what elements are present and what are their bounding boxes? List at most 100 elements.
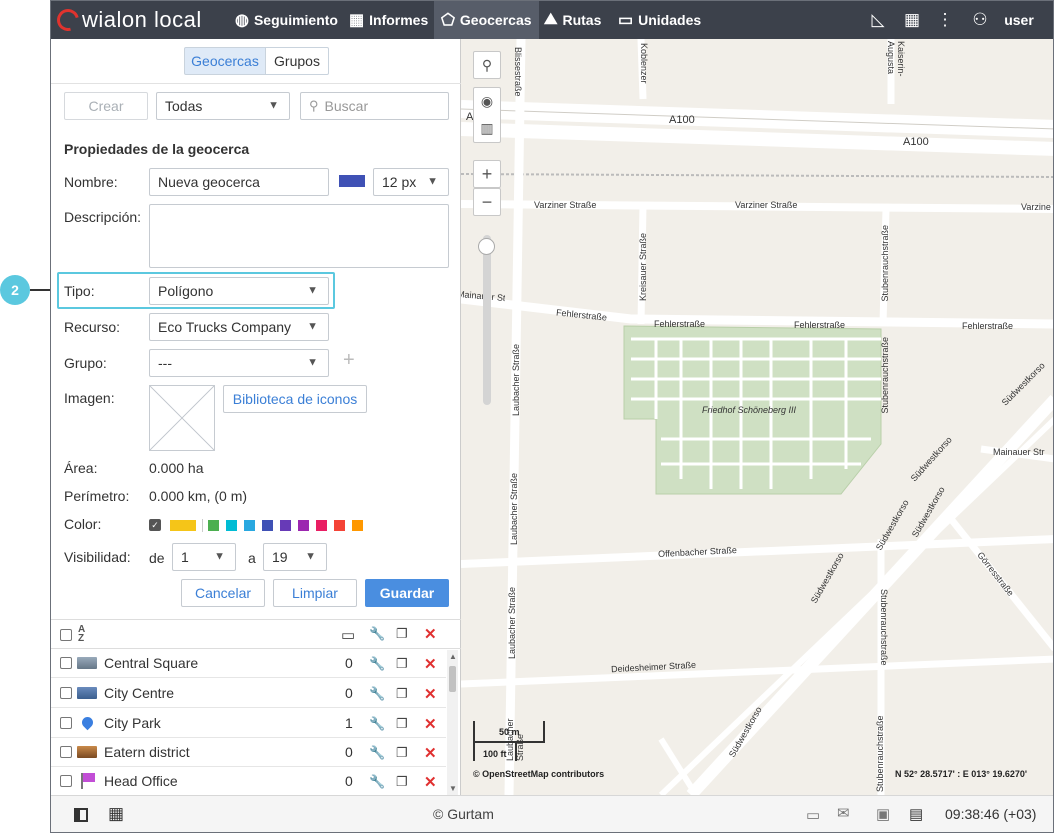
color-swatch[interactable] bbox=[244, 520, 255, 531]
street-label: Varziner Straße bbox=[534, 200, 597, 210]
messages-icon[interactable]: ▭ bbox=[806, 806, 820, 824]
zoom-in-button[interactable]: + bbox=[473, 160, 501, 188]
list-item[interactable]: City Park 1 🔧 ❐ ✕ bbox=[51, 709, 446, 738]
type-select[interactable]: Polígono ▼ bbox=[149, 277, 329, 305]
globe-icon: ◍ bbox=[235, 12, 249, 29]
delete-icon[interactable]: ✕ bbox=[424, 744, 437, 762]
visibility-label: Visibilidad: bbox=[64, 549, 131, 565]
search-input[interactable]: ⚲ Buscar bbox=[300, 92, 449, 120]
description-textarea[interactable] bbox=[149, 204, 449, 268]
color-swatch[interactable] bbox=[298, 520, 309, 531]
delete-icon[interactable]: ✕ bbox=[424, 655, 437, 673]
edit-icon[interactable]: 🔧 bbox=[369, 686, 385, 702]
visibility-to-select[interactable]: 19 ▼ bbox=[263, 543, 327, 571]
copy-icon[interactable]: ❐ bbox=[396, 774, 408, 790]
name-field[interactable]: Nueva geocerca bbox=[149, 168, 329, 196]
scroll-down-icon[interactable]: ▼ bbox=[449, 784, 457, 793]
more-menu-icon[interactable]: ⋮ bbox=[935, 1, 955, 39]
row-checkbox[interactable] bbox=[60, 657, 72, 669]
color-swatch[interactable] bbox=[280, 520, 291, 531]
create-button[interactable]: Crear bbox=[64, 92, 148, 120]
nav-label: Informes bbox=[369, 12, 429, 28]
ruler-icon[interactable]: ◺ bbox=[865, 1, 891, 39]
row-checkbox[interactable] bbox=[60, 746, 72, 758]
row-checkbox[interactable] bbox=[60, 687, 72, 699]
row-name: Central Square bbox=[104, 655, 199, 671]
search-placeholder: Buscar bbox=[324, 98, 369, 114]
logo-ring-icon bbox=[52, 4, 84, 36]
row-checkbox[interactable] bbox=[60, 775, 72, 787]
nav-informes[interactable]: ▦ Informes bbox=[342, 1, 435, 39]
color-swatch[interactable] bbox=[262, 520, 273, 531]
list-item[interactable]: City Centre 0 🔧 ❐ ✕ bbox=[51, 679, 446, 708]
panel-toggle-icon[interactable] bbox=[74, 808, 88, 822]
image-placeholder[interactable] bbox=[149, 385, 215, 451]
icon-library-button[interactable]: Biblioteca de iconos bbox=[223, 385, 367, 413]
list-item[interactable]: Eatern district 0 🔧 ❐ ✕ bbox=[51, 738, 446, 767]
color-label: Color: bbox=[64, 516, 102, 532]
map-view[interactable]: Blissestraße Koblenzer Kaiserin-Augusta … bbox=[461, 39, 1053, 795]
sort-az-icon[interactable]: AZ bbox=[78, 625, 85, 644]
resource-select[interactable]: Eco Trucks Company ▼ bbox=[149, 313, 329, 341]
cancel-button[interactable]: Cancelar bbox=[181, 579, 265, 607]
delete-icon[interactable]: ✕ bbox=[424, 685, 437, 703]
scale-feet: 100 ft bbox=[483, 749, 507, 759]
tab-geocercas[interactable]: Geocercas bbox=[184, 47, 266, 75]
edit-icon[interactable]: 🔧 bbox=[369, 716, 385, 732]
save-button[interactable]: Guardar bbox=[365, 579, 449, 607]
color-swatch[interactable] bbox=[352, 520, 363, 531]
color-checkbox[interactable]: ✓ bbox=[149, 519, 161, 531]
user-icon[interactable]: ⚇ bbox=[969, 1, 991, 39]
clear-button[interactable]: Limpiar bbox=[273, 579, 357, 607]
delete-icon[interactable]: ✕ bbox=[424, 715, 437, 733]
nav-unidades[interactable]: ▭ Unidades bbox=[611, 1, 708, 39]
visibility-from-select[interactable]: 1 ▼ bbox=[172, 543, 236, 571]
zoom-slider-track[interactable] bbox=[483, 235, 491, 405]
copy-icon[interactable]: ❐ bbox=[396, 686, 408, 702]
group-select[interactable]: --- ▼ bbox=[149, 349, 329, 377]
gallery-icon[interactable]: ▣ bbox=[876, 805, 890, 823]
copy-icon[interactable]: ❐ bbox=[396, 656, 408, 672]
copy-icon[interactable]: ❐ bbox=[396, 716, 408, 732]
unit-column-icon[interactable]: ▭ bbox=[341, 626, 355, 644]
row-checkbox[interactable] bbox=[60, 717, 72, 729]
zoom-slider-handle[interactable] bbox=[478, 238, 495, 255]
tab-grupos[interactable]: Grupos bbox=[265, 47, 329, 75]
color-swatch[interactable] bbox=[226, 520, 237, 531]
edit-icon[interactable]: 🔧 bbox=[369, 745, 385, 761]
street-label: Stubenrauchstraße bbox=[875, 716, 885, 792]
street-label: Mainauer Str bbox=[993, 447, 1045, 457]
map-search-icon[interactable]: ⚲ bbox=[473, 51, 501, 79]
group-label: Grupo: bbox=[64, 355, 107, 371]
scrollbar-thumb[interactable] bbox=[449, 666, 456, 692]
list-item[interactable]: Central Square 0 🔧 ❐ ✕ bbox=[51, 649, 446, 678]
nav-seguimiento[interactable]: ◍ Seguimiento bbox=[228, 1, 345, 39]
fill-color-swatch[interactable] bbox=[339, 175, 365, 187]
line-width-select[interactable]: 12 px ▼ bbox=[373, 168, 449, 196]
apps-grid-icon[interactable]: ▦ bbox=[899, 1, 925, 39]
filter-select[interactable]: Todas ▼ bbox=[156, 92, 290, 120]
scroll-up-icon[interactable]: ▲ bbox=[449, 652, 457, 661]
edit-icon[interactable]: 🔧 bbox=[369, 774, 385, 790]
zoom-out-button[interactable]: − bbox=[473, 188, 501, 216]
color-swatch[interactable] bbox=[334, 520, 345, 531]
add-group-icon[interactable]: + bbox=[343, 349, 355, 372]
apps-grid-icon[interactable]: ▦ bbox=[108, 804, 124, 824]
list-item[interactable]: Head Office 0 🔧 ❐ ✕ bbox=[51, 767, 446, 796]
color-swatch[interactable] bbox=[208, 520, 219, 531]
user-name[interactable]: user bbox=[999, 1, 1039, 39]
nav-rutas[interactable]: ⛰ Rutas bbox=[537, 1, 608, 39]
eye-icon[interactable]: ◉ bbox=[481, 93, 493, 110]
list-scrollbar[interactable]: ▲ ▼ bbox=[447, 650, 458, 795]
map-layers-icon[interactable]: ▥ bbox=[480, 120, 493, 137]
select-all-checkbox[interactable] bbox=[60, 629, 72, 641]
nav-geocercas[interactable]: ⬠ Geocercas bbox=[434, 1, 539, 39]
map-attribution[interactable]: © OpenStreetMap contributors bbox=[473, 769, 604, 779]
reports-icon[interactable]: ▤ bbox=[909, 805, 923, 823]
copy-icon[interactable]: ❐ bbox=[396, 745, 408, 761]
color-swatch[interactable] bbox=[316, 520, 327, 531]
delete-icon[interactable]: ✕ bbox=[424, 773, 437, 791]
color-swatch-selected[interactable] bbox=[170, 520, 196, 531]
notifications-icon[interactable]: ✉ bbox=[837, 804, 850, 822]
edit-icon[interactable]: 🔧 bbox=[369, 656, 385, 672]
